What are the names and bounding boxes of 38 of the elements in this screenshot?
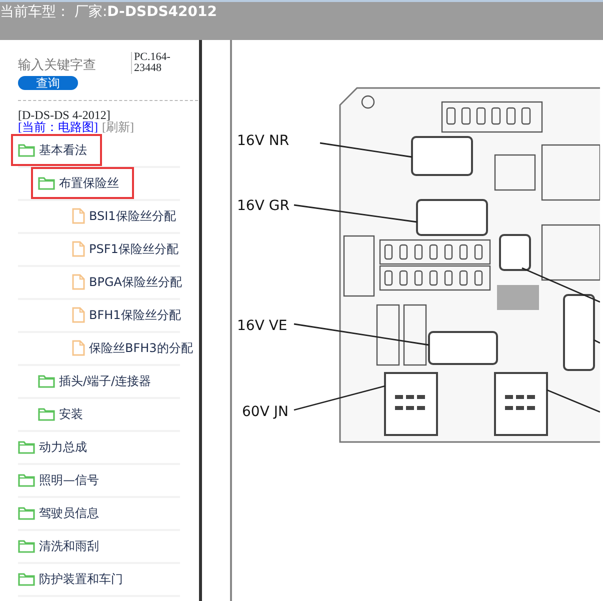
tree-item[interactable]: BFH1保险丝分配: [72, 306, 181, 324]
folder-icon: [18, 473, 35, 487]
folder-icon: [18, 506, 35, 520]
connector-label: 60V JN: [242, 404, 288, 420]
folder-icon: [18, 572, 35, 586]
file-icon: [72, 274, 85, 290]
tree-item[interactable]: PSF1保险丝分配: [72, 240, 178, 258]
folder-icon: [18, 539, 35, 553]
file-icon: [72, 340, 85, 356]
tree-item[interactable]: 照明—信号: [18, 471, 99, 489]
tree-item[interactable]: BPGA保险丝分配: [72, 273, 182, 291]
manual-title: [D-DS-DS 4-2012]: [18, 108, 112, 120]
tree-item[interactable]: 安装: [38, 405, 83, 423]
folder-icon: [38, 407, 55, 421]
tree-item[interactable]: 插头/端子/连接器: [38, 372, 152, 390]
tree-item[interactable]: 防护装置和车门: [18, 570, 123, 588]
folder-icon: [18, 440, 35, 454]
vehicle-title: 当前车型： 厂家:D-DSDS42012: [0, 3, 217, 22]
file-icon: [72, 307, 85, 323]
refresh-link[interactable]: [刷新]: [102, 120, 134, 132]
search-button[interactable]: 查询: [18, 76, 78, 90]
code-text: PC.164-23448: [131, 52, 181, 74]
connector-label: 16V VE: [237, 318, 288, 334]
tree-item[interactable]: BSI1保险丝分配: [72, 207, 176, 225]
tree-item[interactable]: 布置保险丝: [38, 174, 127, 192]
folder-icon: [18, 143, 35, 157]
file-icon: [72, 208, 85, 224]
folder-icon: [38, 176, 55, 190]
folder-icon: [38, 374, 55, 388]
current-link[interactable]: [当前：电路图]: [18, 120, 98, 132]
connector-label: 16V NR: [237, 133, 290, 149]
tree-item[interactable]: 保险丝BFH3的分配: [72, 339, 193, 357]
tree-item[interactable]: 清洗和雨刮: [18, 537, 99, 555]
file-icon: [72, 241, 85, 257]
tree-item[interactable]: 动力总成: [18, 438, 87, 456]
tree-item[interactable]: 基本看法: [18, 141, 95, 159]
connector-label: 16V GR: [237, 198, 290, 214]
tree-item[interactable]: 驾驶员信息: [18, 504, 99, 522]
